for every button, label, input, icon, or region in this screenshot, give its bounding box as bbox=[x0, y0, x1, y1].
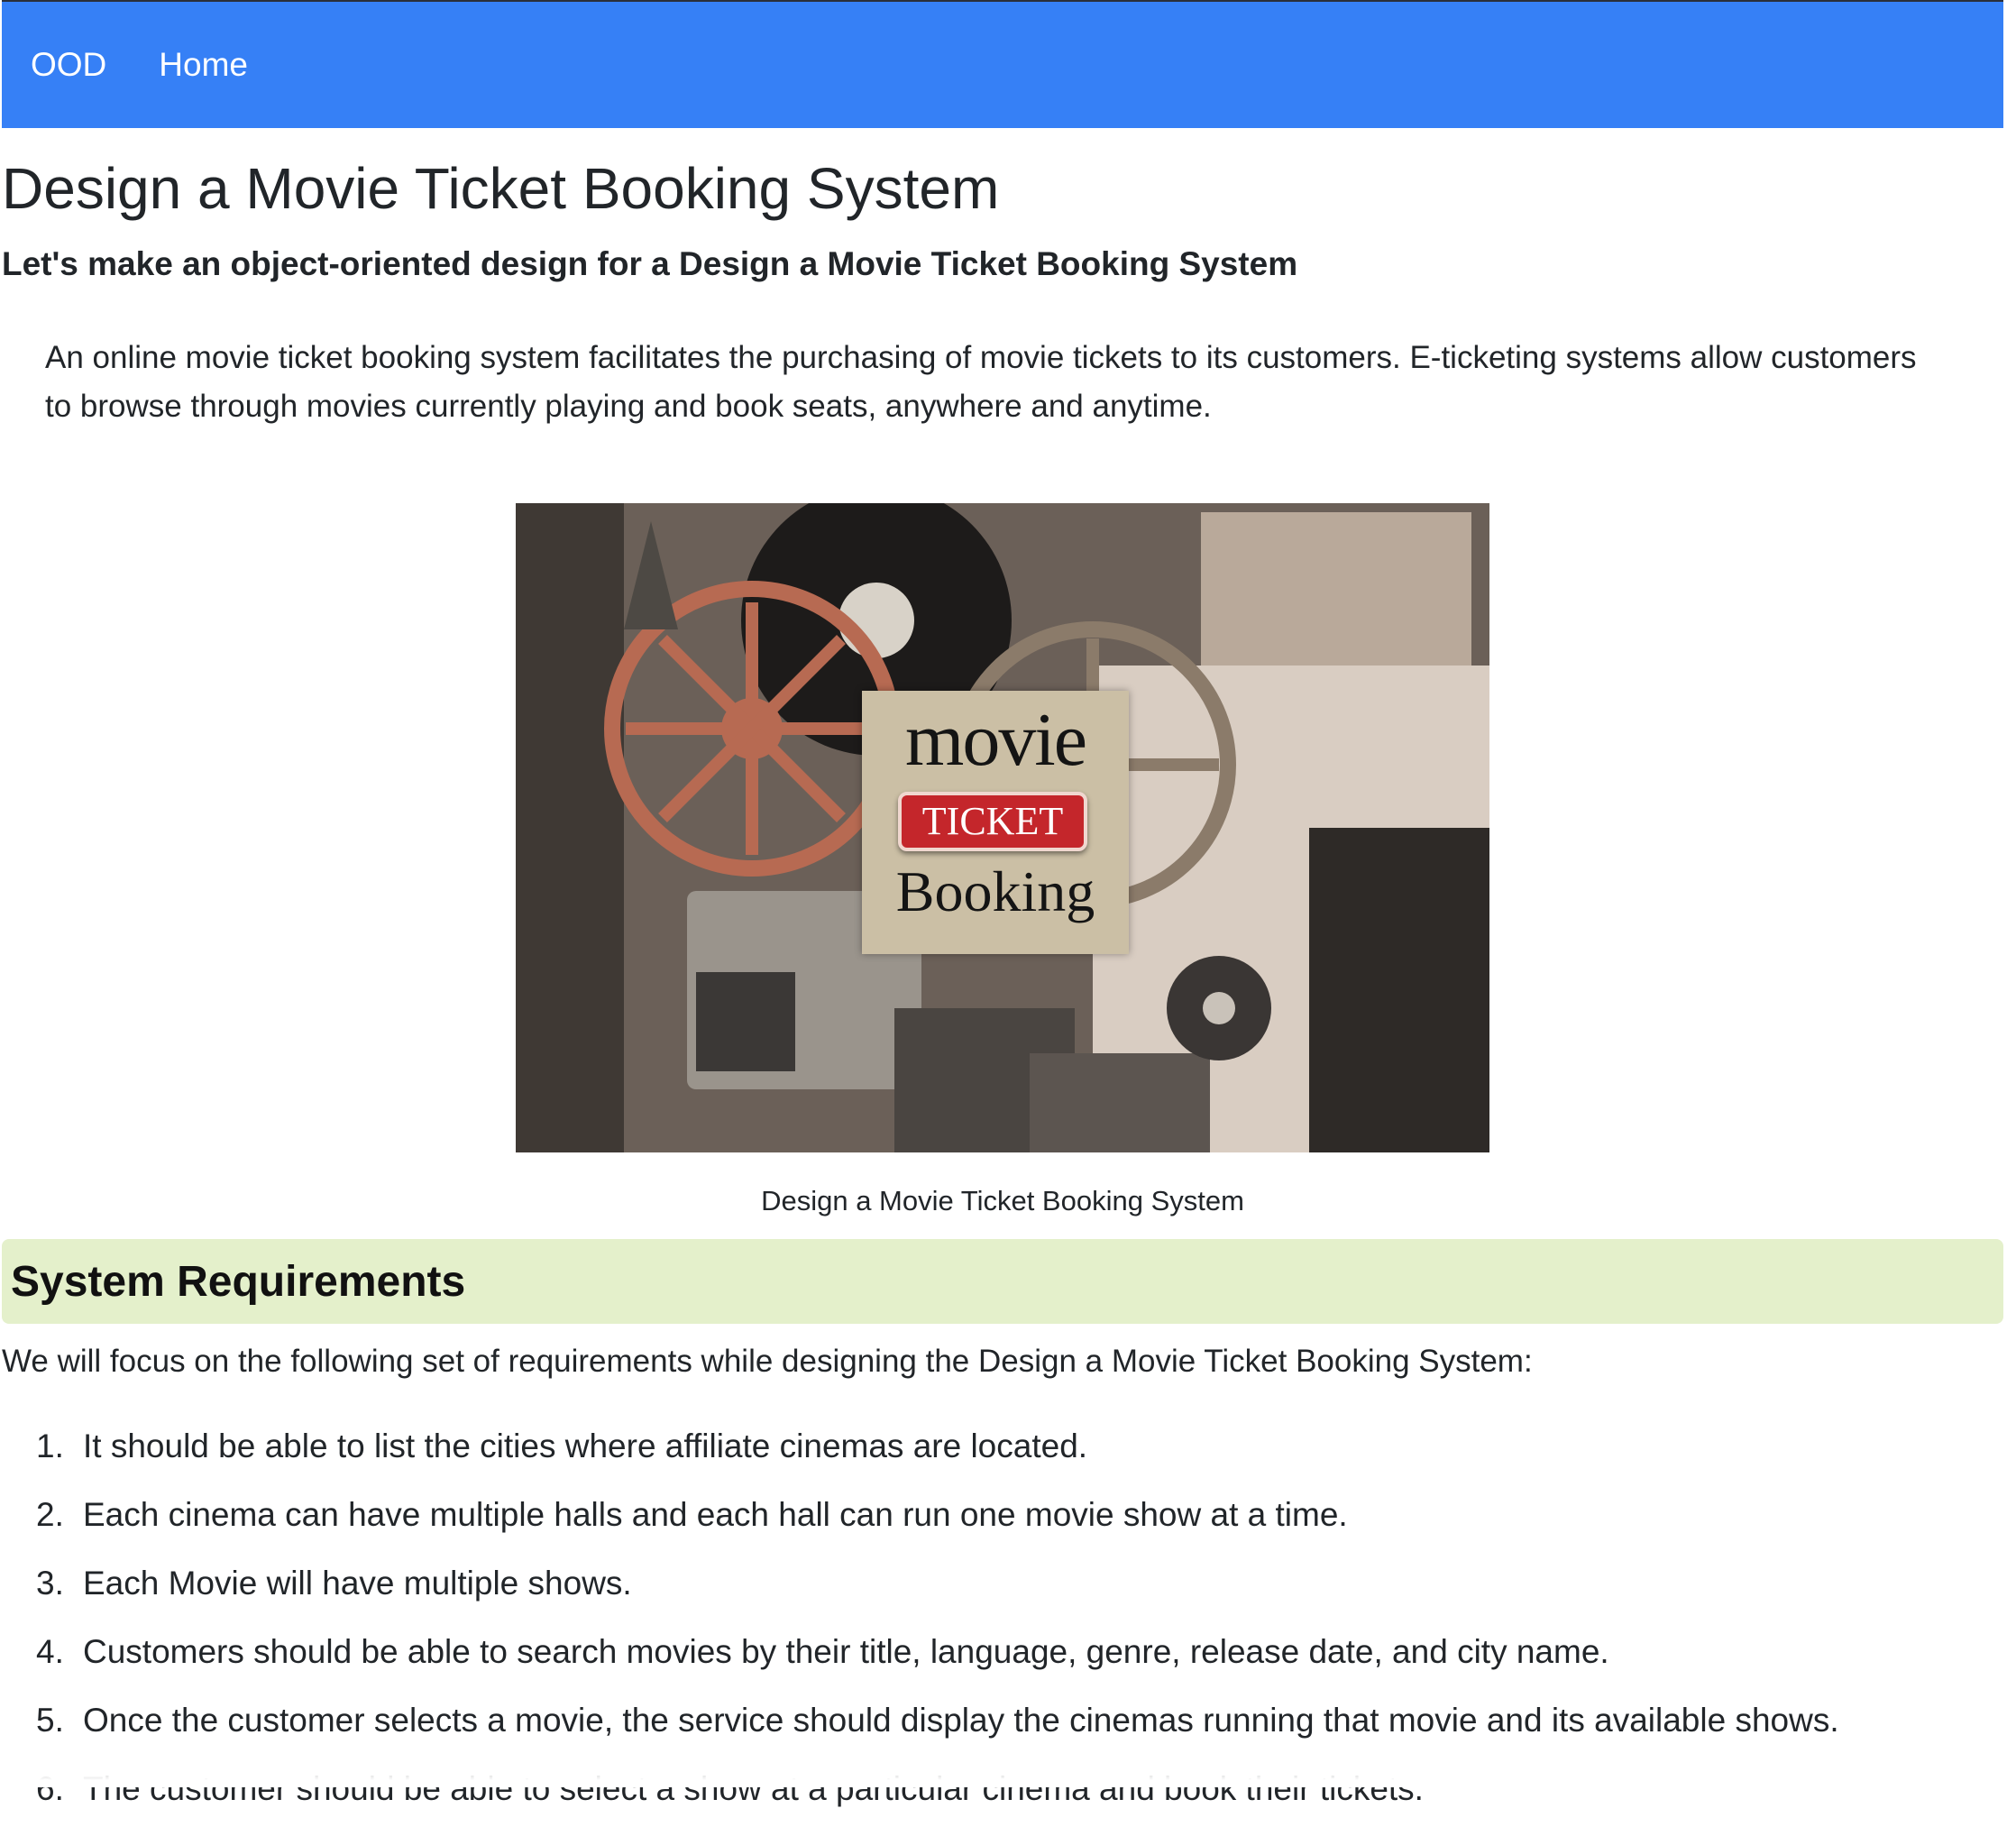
list-item: 4. Customers should be able to search mo… bbox=[36, 1630, 1839, 1699]
logo-movie-word: movie bbox=[905, 698, 1087, 782]
intro-paragraph: An online movie ticket booking system fa… bbox=[45, 340, 1917, 424]
list-item-number: 1. bbox=[36, 1427, 64, 1464]
bottom-fade-overlay bbox=[0, 1740, 2016, 1787]
list-item-text: It should be able to list the cities whe… bbox=[83, 1427, 1088, 1464]
image-caption: Design a Movie Ticket Booking System bbox=[761, 1185, 1244, 1216]
list-item-number: 2. bbox=[36, 1496, 64, 1533]
list-item-text: Each cinema can have multiple halls and … bbox=[83, 1496, 1348, 1533]
list-item-text: Customers should be able to search movie… bbox=[83, 1633, 1609, 1670]
list-item-number: 5. bbox=[36, 1702, 64, 1739]
requirements-intro: We will focus on the following set of re… bbox=[2, 1344, 1533, 1379]
top-navbar: OOD Home bbox=[2, 0, 2003, 128]
page-title: Design a Movie Ticket Booking System bbox=[2, 156, 1000, 221]
list-item-text: Each Movie will have multiple shows. bbox=[83, 1565, 632, 1602]
list-item: 2. Each cinema can have multiple halls a… bbox=[36, 1493, 1839, 1562]
page-subtitle: Let's make an object-oriented design for… bbox=[2, 245, 1298, 282]
brand-link[interactable]: OOD bbox=[31, 46, 106, 84]
movie-ticket-booking-image: movie TICKET Booking bbox=[516, 503, 1489, 1152]
list-item-text: Once the customer selects a movie, the s… bbox=[83, 1702, 1839, 1739]
movie-ticket-booking-logo: movie TICKET Booking bbox=[862, 691, 1129, 954]
list-item-number: 3. bbox=[36, 1565, 64, 1602]
home-link[interactable]: Home bbox=[159, 46, 248, 84]
system-requirements-header: System Requirements bbox=[2, 1239, 2003, 1324]
section-heading: System Requirements bbox=[11, 1257, 466, 1306]
list-item-number: 4. bbox=[36, 1633, 64, 1670]
list-item: 3. Each Movie will have multiple shows. bbox=[36, 1562, 1839, 1630]
logo-ticket-badge: TICKET bbox=[898, 792, 1087, 851]
logo-booking-word: Booking bbox=[895, 859, 1095, 923]
list-item: 1. It should be able to list the cities … bbox=[36, 1425, 1839, 1493]
